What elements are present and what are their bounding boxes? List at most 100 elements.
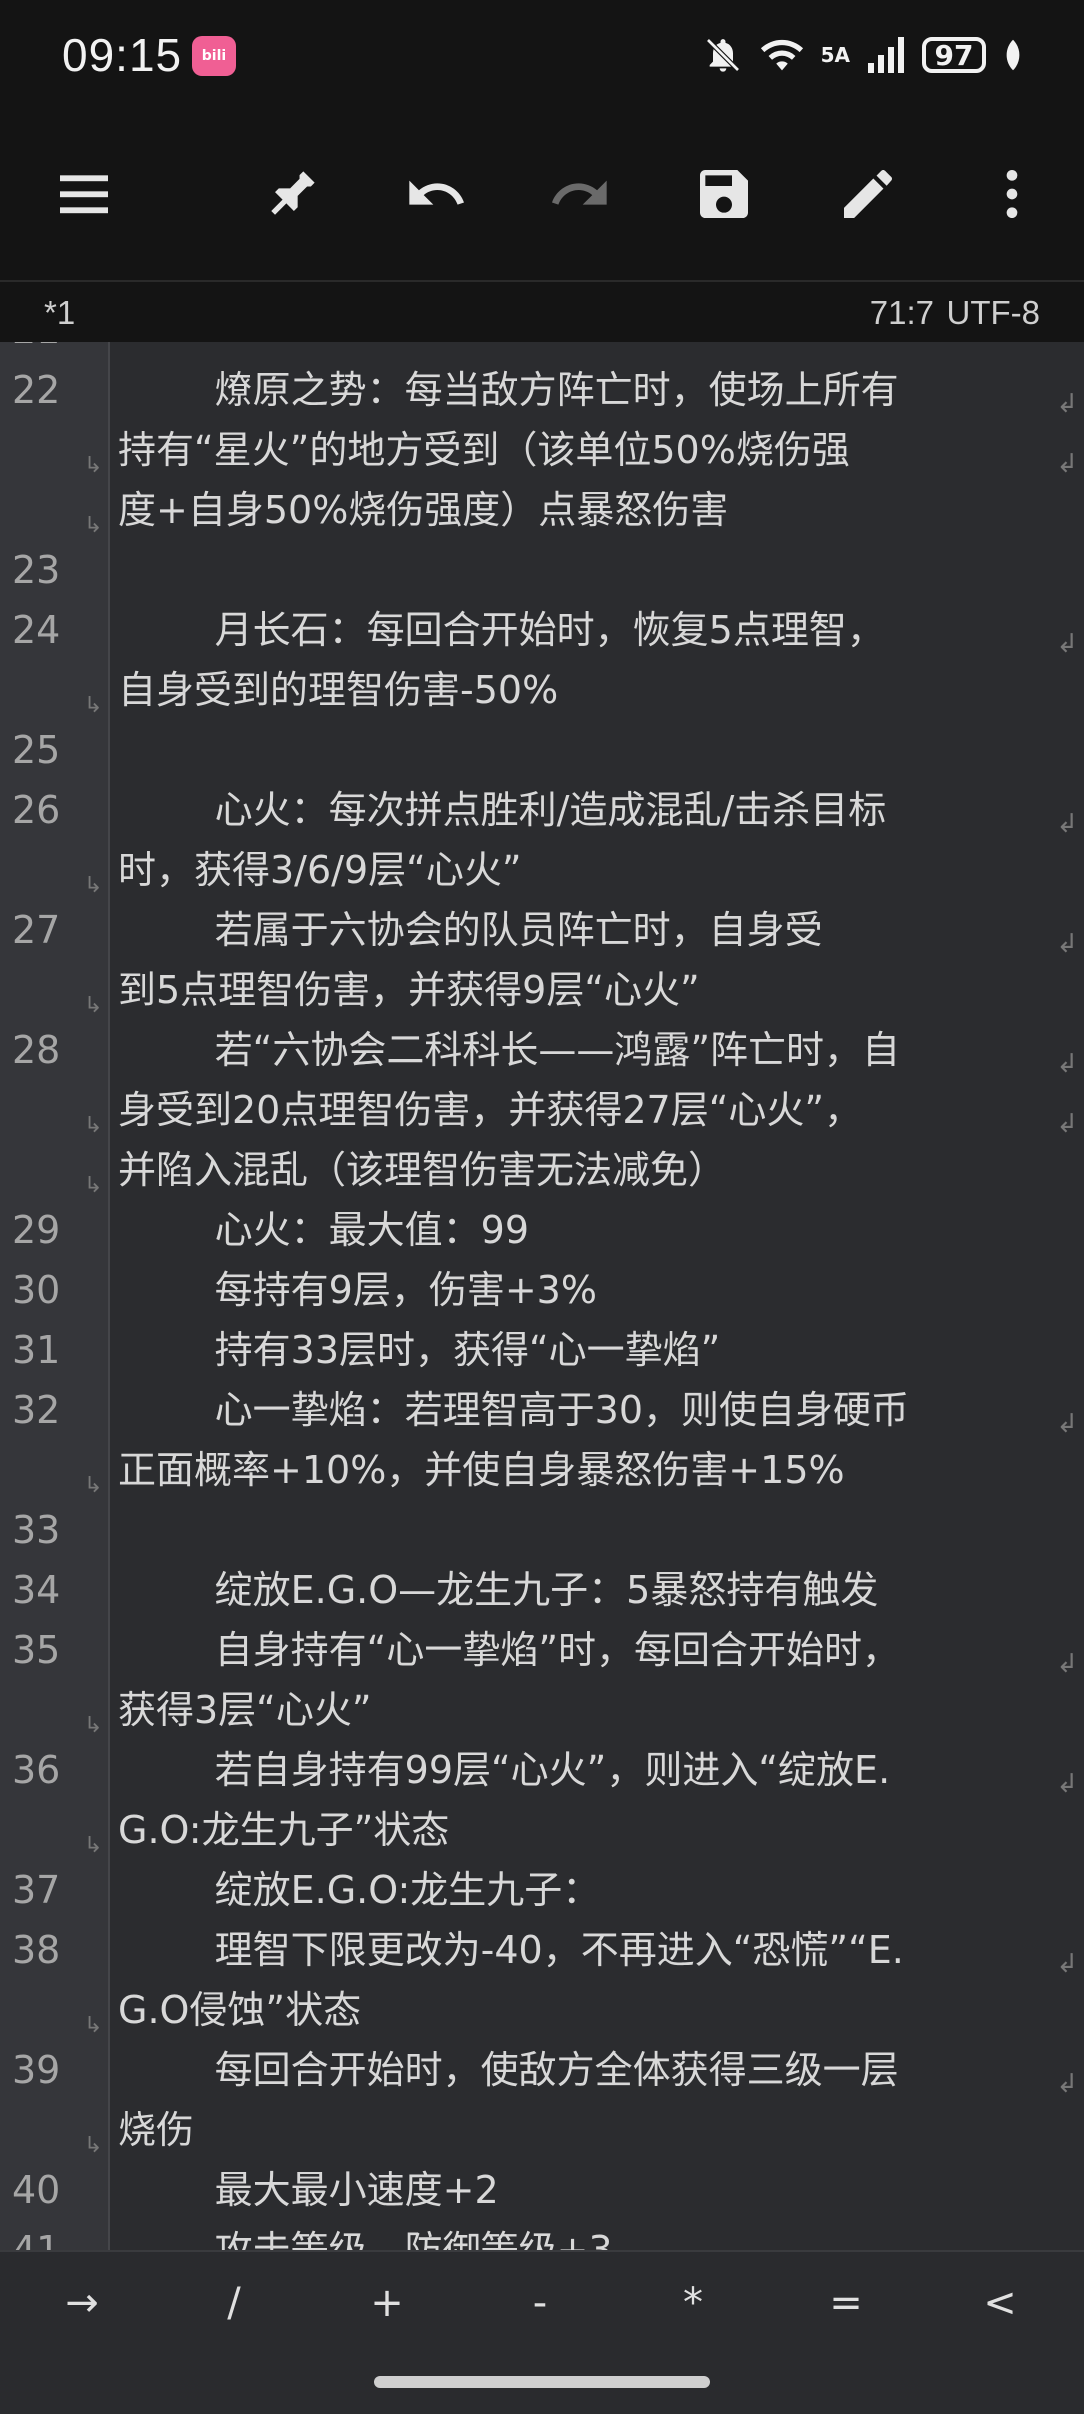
editor-line[interactable]: 32 心一挚焰：若理智高于30，则使自身硬币 ↲ 正面概率+10%，并使自身暴怒伤害… <box>0 1380 1084 1500</box>
line-segment: G.O:龙生九子”状态 <box>118 1808 450 1852</box>
editor-line[interactable]: 26 心火：每次拼点胜利/造成混乱/击杀目标 ↲ 时，获得3/6/9层“心火” ↳ <box>0 780 1084 900</box>
line-number: 41 <box>12 2228 61 2250</box>
bell-off-icon <box>705 38 740 72</box>
extra-key[interactable]: / <box>174 2280 294 2340</box>
editor-line[interactable]: 30 每持有9层，伤害+3% <box>0 1260 1084 1320</box>
line-segment: 绽放E.G.O—龙生九子：5暴怒持有触发 <box>118 1568 879 1612</box>
editor-line[interactable]: 25 <box>0 720 1084 780</box>
line-segment: 到5点理智伤害，并获得9层“心火” <box>118 968 700 1012</box>
undo-button[interactable] <box>394 152 478 236</box>
clock: 09:15 <box>62 29 183 81</box>
line-text[interactable]: 最大最小速度+2 <box>90 2160 1084 2220</box>
line-segment <box>118 342 1034 360</box>
line-text[interactable]: 每回合开始时，使敌方全体获得三级一层 ↲ 烧伤 ↳ <box>84 2040 1084 2160</box>
editor-line[interactable]: 37 绽放E.G.O:龙生九子： <box>0 1860 1084 1920</box>
line-segment: 自身持有“心一挚焰”时，每回合开始时， <box>118 1628 901 1672</box>
home-indicator[interactable] <box>374 2376 710 2388</box>
line-number: 32 <box>12 1388 61 1432</box>
editor-line[interactable]: 40 最大最小速度+2 <box>0 2160 1084 2220</box>
line-segment: 正面概率+10%，并使自身暴怒伤害+15% <box>118 1448 845 1492</box>
editor-line[interactable]: 29 心火：最大值：99 <box>0 1200 1084 1260</box>
line-text[interactable]: 持有33层时，获得“心一挚焰” <box>90 1320 1084 1380</box>
pin-button[interactable] <box>250 152 334 236</box>
line-text[interactable]: 理智下限更改为-40，不再进入“恐慌”“E. ↲ G.O侵蚀”状态 ↳ <box>84 1920 1084 2040</box>
line-text[interactable] <box>90 720 1084 780</box>
pin-icon <box>271 171 315 215</box>
line-text[interactable]: 若自身持有99层“心火”，则进入“绽放E. ↲ G.O:龙生九子”状态 ↳ <box>84 1740 1084 1860</box>
line-text[interactable]: 每持有9层，伤害+3% <box>90 1260 1084 1320</box>
editor-line[interactable]: 35 自身持有“心一挚焰”时，每回合开始时， ↲ 获得3层“心火” ↳ <box>0 1620 1084 1740</box>
editor-line[interactable]: 41 攻击等级、防御等级+3 <box>0 2220 1084 2250</box>
line-segment: 心一挚焰：若理智高于30，则使自身硬币 <box>118 1388 909 1432</box>
line-number: 36 <box>12 1748 61 1792</box>
editor-line[interactable]: 23 <box>0 540 1084 600</box>
editor-line[interactable]: 34 绽放E.G.O—龙生九子：5暴怒持有触发 <box>0 1560 1084 1620</box>
line-text[interactable]: 心一挚焰：若理智高于30，则使自身硬币 ↲ 正面概率+10%，并使自身暴怒伤害+15… <box>84 1380 1084 1500</box>
extra-key[interactable]: - <box>480 2280 600 2340</box>
extra-keys-bar: → / + - * = < <box>0 2250 1084 2414</box>
extra-key[interactable]: = <box>786 2280 906 2340</box>
wrap-indicator-icon: ↲ <box>1056 809 1078 839</box>
line-text[interactable]: 燎原之势：每当敌方阵亡时，使场上所有 ↲ 持有“星火”的地方受到（该单位50%烧伤强… <box>84 360 1084 540</box>
line-segment: 每回合开始时，使敌方全体获得三级一层 <box>118 2048 899 2092</box>
line-segment: 理智下限更改为-40，不再进入“恐慌”“E. <box>118 1928 904 1972</box>
line-segment: 若属于六协会的队员阵亡时，自身受 <box>118 908 823 952</box>
line-text[interactable]: 心火：最大值：99 <box>90 1200 1084 1260</box>
line-number: 27 <box>12 908 61 952</box>
extra-key[interactable]: * <box>633 2280 753 2340</box>
redo-button[interactable] <box>538 152 622 236</box>
wrap-indicator-icon: ↲ <box>1056 1649 1078 1679</box>
line-segment: 身受到20点理智伤害，并获得27层“心火”， <box>118 1088 863 1132</box>
save-button[interactable] <box>682 152 766 236</box>
editor-toolbar <box>0 110 1084 280</box>
extra-key[interactable]: + <box>327 2280 447 2340</box>
editor-line[interactable]: 22 燎原之势：每当敌方阵亡时，使场上所有 ↲ 持有“星火”的地方受到（该单位50%… <box>0 360 1084 540</box>
line-text[interactable]: 绽放E.G.O:龙生九子： <box>90 1860 1084 1920</box>
edit-button[interactable] <box>826 152 910 236</box>
extra-key[interactable]: < <box>940 2280 1060 2340</box>
line-segment: G.O侵蚀”状态 <box>118 1988 362 2032</box>
line-text[interactable] <box>90 342 1084 360</box>
line-segment: 并陷入混乱（该理智伤害无法减免） <box>118 1148 727 1192</box>
line-text[interactable]: 若“六协会二科科长——鸿露”阵亡时，自 ↲ 身受到20点理智伤害，并获得27层“心火… <box>84 1020 1084 1200</box>
line-number: 28 <box>12 1028 61 1072</box>
editor-line[interactable]: 21 <box>0 342 1084 360</box>
line-text[interactable] <box>90 1500 1084 1560</box>
wrap-indicator-icon: ↲ <box>1056 1409 1078 1439</box>
wrap-indicator-icon: ↲ <box>1056 449 1078 479</box>
editor-line[interactable]: 36 若自身持有99层“心火”，则进入“绽放E. ↲ G.O:龙生九子”状态 ↳ <box>0 1740 1084 1860</box>
redo-icon <box>552 180 607 205</box>
save-icon <box>700 170 748 218</box>
line-text[interactable]: 心火：每次拼点胜利/造成混乱/击杀目标 ↲ 时，获得3/6/9层“心火” ↳ <box>84 780 1084 900</box>
line-number: 33 <box>12 1508 61 1552</box>
line-number: 23 <box>12 548 61 592</box>
line-text[interactable]: 月长石：每回合开始时，恢复5点理智， ↲ 自身受到的理智伤害-50% ↳ <box>84 600 1084 720</box>
editor-line[interactable]: 33 <box>0 1500 1084 1560</box>
editor-lines: 21 22 燎原之势：每当敌方阵亡时，使场上所有 ↲ 持有“星火”的地方受到（该单位5… <box>0 342 1084 2250</box>
menu-button[interactable] <box>42 152 126 236</box>
document-tab[interactable]: *1 <box>44 294 75 332</box>
editor-line[interactable]: 39 每回合开始时，使敌方全体获得三级一层 ↲ 烧伤 ↳ <box>0 2040 1084 2160</box>
line-text[interactable]: 攻击等级、防御等级+3 <box>90 2220 1084 2250</box>
line-segment <box>118 720 1034 780</box>
editor-line[interactable]: 28 若“六协会二科科长——鸿露”阵亡时，自 ↲ 身受到20点理智伤害，并获得27层… <box>0 1020 1084 1200</box>
bilibili-app-icon: bili <box>192 36 236 76</box>
line-segment: 月长石：每回合开始时，恢复5点理智， <box>118 608 885 652</box>
line-text[interactable]: 绽放E.G.O—龙生九子：5暴怒持有触发 <box>90 1560 1084 1620</box>
status-bar: 09:15 bili 5A 97 <box>0 0 1084 110</box>
encoding-label[interactable]: UTF-8 <box>947 294 1041 332</box>
more-options-button[interactable] <box>970 152 1054 236</box>
line-number: 39 <box>12 2048 61 2092</box>
editor-line[interactable]: 24 月长石：每回合开始时，恢复5点理智， ↲ 自身受到的理智伤害-50% ↳ <box>0 600 1084 720</box>
wrap-indicator-icon: ↲ <box>1056 929 1078 959</box>
line-text[interactable] <box>90 540 1084 600</box>
line-text[interactable]: 若属于六协会的队员阵亡时，自身受 ↲ 到5点理智伤害，并获得9层“心火” ↳ <box>84 900 1084 1020</box>
extra-key[interactable]: → <box>22 2280 142 2340</box>
editor-line[interactable]: 27 若属于六协会的队员阵亡时，自身受 ↲ 到5点理智伤害，并获得9层“心火” ↳ <box>0 900 1084 1020</box>
editor-line[interactable]: 38 理智下限更改为-40，不再进入“恐慌”“E. ↲ G.O侵蚀”状态 ↳ <box>0 1920 1084 2040</box>
wrap-indicator-icon: ↲ <box>1056 1049 1078 1079</box>
text-editor[interactable]: 21 22 燎原之势：每当敌方阵亡时，使场上所有 ↲ 持有“星火”的地方受到（该单位5… <box>0 342 1084 2250</box>
line-segment: 若“六协会二科科长——鸿露”阵亡时，自 <box>118 1028 901 1072</box>
editor-line[interactable]: 31 持有33层时，获得“心一挚焰” <box>0 1320 1084 1380</box>
line-text[interactable]: 自身持有“心一挚焰”时，每回合开始时， ↲ 获得3层“心火” ↳ <box>84 1620 1084 1740</box>
